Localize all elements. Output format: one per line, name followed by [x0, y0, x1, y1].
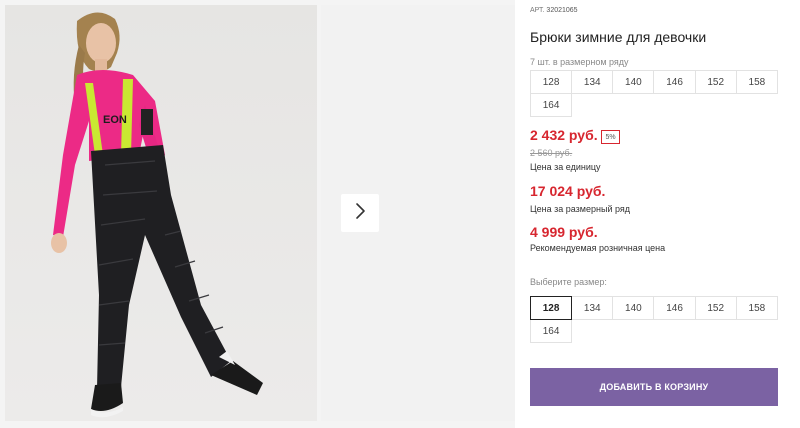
- svg-text:EON: EON: [103, 114, 127, 126]
- pack-size-cell: 164: [530, 93, 573, 117]
- rrp-price: 4 999 руб.: [530, 224, 598, 240]
- pack-size-cell: 140: [612, 70, 655, 94]
- size-option-158[interactable]: 158: [735, 296, 778, 320]
- pack-size-cell: 128: [530, 70, 573, 94]
- article-label: АРТ.: [530, 7, 545, 14]
- rrp-price-note: Рекомендуемая розничная цена: [530, 243, 666, 253]
- product-gallery: EON: [0, 0, 515, 428]
- size-option-152[interactable]: 152: [694, 296, 737, 320]
- product-title: Брюки зимние для девочки: [530, 29, 707, 45]
- add-to-cart-button[interactable]: ДОБАВИТЬ В КОРЗИНУ: [530, 368, 778, 406]
- size-option-128[interactable]: 128: [530, 296, 573, 320]
- size-option-134[interactable]: 134: [571, 296, 614, 320]
- unit-price: 2 432 руб.: [530, 127, 598, 143]
- discount-badge: 5%: [601, 130, 620, 144]
- pack-size-cell: 152: [694, 70, 737, 94]
- row-price: 17 024 руб.: [530, 183, 606, 199]
- size-picker-label: Выберите размер:: [530, 277, 607, 287]
- pack-size-cell: 146: [653, 70, 696, 94]
- size-option-164[interactable]: 164: [530, 319, 573, 343]
- unit-price-note: Цена за единицу: [530, 162, 601, 172]
- product-photo: EON: [5, 5, 317, 421]
- chevron-right-icon: [353, 202, 367, 225]
- article-number: 32021065: [546, 7, 578, 14]
- pack-size-cell: 134: [571, 70, 614, 94]
- size-option-146[interactable]: 146: [653, 296, 696, 320]
- row-price-note: Цена за размерный ряд: [530, 204, 631, 214]
- model-illustration: EON: [5, 5, 317, 421]
- pack-note: 7 шт. в размерном ряду: [530, 57, 629, 67]
- pack-size-grid: 128 134 140 146 152 158 164: [530, 70, 783, 117]
- size-picker: 128 134 140 146 152 158 164: [530, 296, 783, 343]
- article-line: АРТ. 32021065: [530, 7, 578, 14]
- size-option-140[interactable]: 140: [612, 296, 655, 320]
- old-price: 2 560 руб.: [530, 148, 573, 158]
- pack-size-cell: 158: [735, 70, 778, 94]
- gallery-next-button[interactable]: [341, 194, 379, 232]
